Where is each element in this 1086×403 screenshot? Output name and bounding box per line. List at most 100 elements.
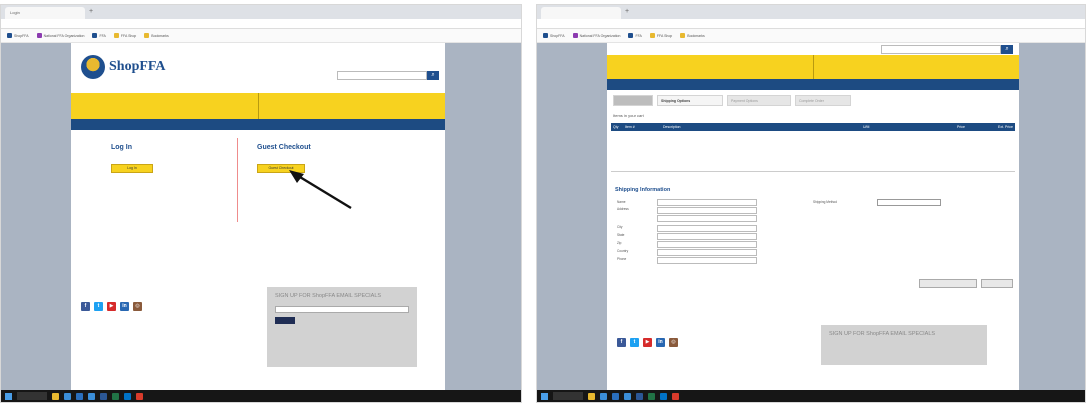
search-icon[interactable]: ⌕: [1001, 45, 1013, 54]
word-icon[interactable]: [636, 392, 643, 400]
bookmark-item[interactable]: Bookmarks: [144, 32, 169, 39]
bookmark-favicon-icon: [680, 33, 686, 38]
checkout-step-done[interactable]: [613, 95, 653, 106]
signup-email-input[interactable]: [275, 306, 409, 313]
logo-text: ShopFFA: [109, 59, 166, 74]
windows-taskbar: [1, 390, 521, 402]
email-signup: SIGN UP FOR ShopFFA EMAIL SPECIALS: [267, 287, 417, 367]
chrome-icon[interactable]: [136, 392, 143, 400]
file-explorer-icon[interactable]: [588, 392, 595, 400]
mail-icon[interactable]: [612, 392, 619, 400]
bookmark-label: FFA: [635, 33, 642, 38]
shopffa-logo[interactable]: ShopFFA: [81, 55, 166, 79]
previous-step-button[interactable]: [919, 279, 977, 288]
browser-tab[interactable]: Login: [5, 7, 85, 19]
left-screenshot: Login + ShopFFA National FFA Organization…: [0, 4, 522, 403]
bookmark-item[interactable]: FFA Shop: [113, 32, 136, 39]
browser-icon[interactable]: [64, 392, 71, 400]
bookmark-item[interactable]: ShopFFA: [543, 32, 565, 39]
zip-input[interactable]: [657, 241, 757, 248]
name-input[interactable]: [657, 199, 757, 206]
site-header: ShopFFA ⌕: [71, 43, 445, 93]
bookmark-item[interactable]: National FFA Organization: [572, 32, 620, 39]
instagram-icon[interactable]: ◎: [133, 302, 142, 311]
login-button[interactable]: Log In: [111, 164, 153, 173]
mail-icon[interactable]: [76, 392, 83, 400]
bookmark-item[interactable]: FFA Shop: [649, 32, 673, 39]
phone-input[interactable]: [657, 257, 757, 264]
search-icon[interactable]: ⌕: [427, 71, 439, 80]
outlook-icon[interactable]: [124, 392, 131, 400]
new-tab-icon[interactable]: +: [89, 8, 93, 15]
country-select[interactable]: [657, 249, 757, 256]
column-header: Qty: [613, 125, 619, 129]
state-select[interactable]: [657, 233, 757, 240]
bookmark-item[interactable]: Bookmarks: [680, 32, 705, 39]
linkedin-icon[interactable]: in: [656, 338, 665, 347]
signup-submit-button[interactable]: [275, 317, 295, 324]
taskbar-search-box[interactable]: [553, 392, 583, 400]
excel-icon[interactable]: [648, 392, 655, 400]
twitter-icon[interactable]: t: [94, 302, 103, 311]
store-icon[interactable]: [88, 392, 95, 400]
bookmark-item[interactable]: ShopFFA: [7, 32, 29, 39]
bookmark-favicon-icon: [628, 33, 634, 38]
search-input[interactable]: [881, 45, 1001, 54]
store-icon[interactable]: [624, 392, 631, 400]
windows-start-icon[interactable]: [5, 392, 12, 400]
excel-icon[interactable]: [112, 392, 119, 400]
address-line2-input[interactable]: [657, 215, 757, 222]
address-bar[interactable]: [537, 19, 1085, 29]
table-row-subtext: [611, 165, 1015, 170]
checkout-step-active[interactable]: Shipping Options: [657, 95, 723, 106]
social-links: f t ▶ in ◎: [81, 302, 142, 311]
promo-right[interactable]: [257, 93, 446, 119]
column-header: U/M: [863, 125, 870, 129]
chrome-icon[interactable]: [672, 392, 679, 400]
city-input[interactable]: [657, 225, 757, 232]
bookmark-favicon-icon: [649, 33, 655, 38]
word-icon[interactable]: [100, 392, 107, 400]
signup-title: SIGN UP FOR ShopFFA EMAIL SPECIALS: [275, 293, 382, 299]
linkedin-icon[interactable]: in: [120, 302, 129, 311]
bookmark-label: FFA Shop: [656, 33, 673, 38]
page-viewport: ⌕ Shipping Options Payment Options Complet…: [537, 43, 1085, 390]
new-tab-icon[interactable]: +: [625, 8, 629, 15]
promo-left[interactable]: [71, 93, 258, 119]
twitter-icon[interactable]: t: [630, 338, 639, 347]
bookmark-item[interactable]: National FFA Organization: [36, 32, 84, 39]
column-header: Description: [663, 125, 681, 129]
address-label: Address: [617, 207, 629, 211]
outlook-icon[interactable]: [660, 392, 667, 400]
facebook-icon[interactable]: f: [81, 302, 90, 311]
shopffa-login-page: ShopFFA ⌕ Log In Log In Guest Checkout G…: [71, 43, 445, 390]
signup-title: SIGN UP FOR ShopFFA EMAIL SPECIALS: [829, 331, 936, 337]
windows-taskbar: [537, 390, 1085, 402]
address-input[interactable]: [657, 207, 757, 214]
shipping-method-select[interactable]: [877, 199, 941, 206]
promo-left[interactable]: [607, 55, 813, 79]
browser-icon[interactable]: [600, 392, 607, 400]
promo-right[interactable]: [812, 55, 1020, 79]
country-label: Country: [617, 249, 629, 253]
instagram-icon[interactable]: ◎: [669, 338, 678, 347]
checkout-step-pending[interactable]: Complete Order: [795, 95, 851, 106]
cart-table-header: Qty Item # Description U/M Price Ext. Price: [611, 123, 1015, 131]
next-step-button[interactable]: [981, 279, 1013, 288]
youtube-icon[interactable]: ▶: [643, 338, 652, 347]
checkout-step-pending[interactable]: Payment Options: [727, 95, 791, 106]
search-bar: ⌕: [881, 45, 1013, 54]
facebook-icon[interactable]: f: [617, 338, 626, 347]
taskbar-search-box[interactable]: [17, 392, 47, 400]
file-explorer-icon[interactable]: [52, 392, 59, 400]
address-bar[interactable]: [1, 19, 521, 29]
table-row: [611, 131, 1015, 139]
bookmark-item[interactable]: FFA: [628, 32, 642, 39]
search-input[interactable]: [337, 71, 427, 80]
bookmark-item[interactable]: FFA: [92, 32, 106, 39]
bookmark-label: ShopFFA: [550, 33, 565, 38]
browser-tab[interactable]: [541, 7, 621, 19]
youtube-icon[interactable]: ▶: [107, 302, 116, 311]
windows-start-icon[interactable]: [541, 392, 548, 400]
shopffa-checkout-page: ⌕ Shipping Options Payment Options Complet…: [607, 43, 1019, 390]
